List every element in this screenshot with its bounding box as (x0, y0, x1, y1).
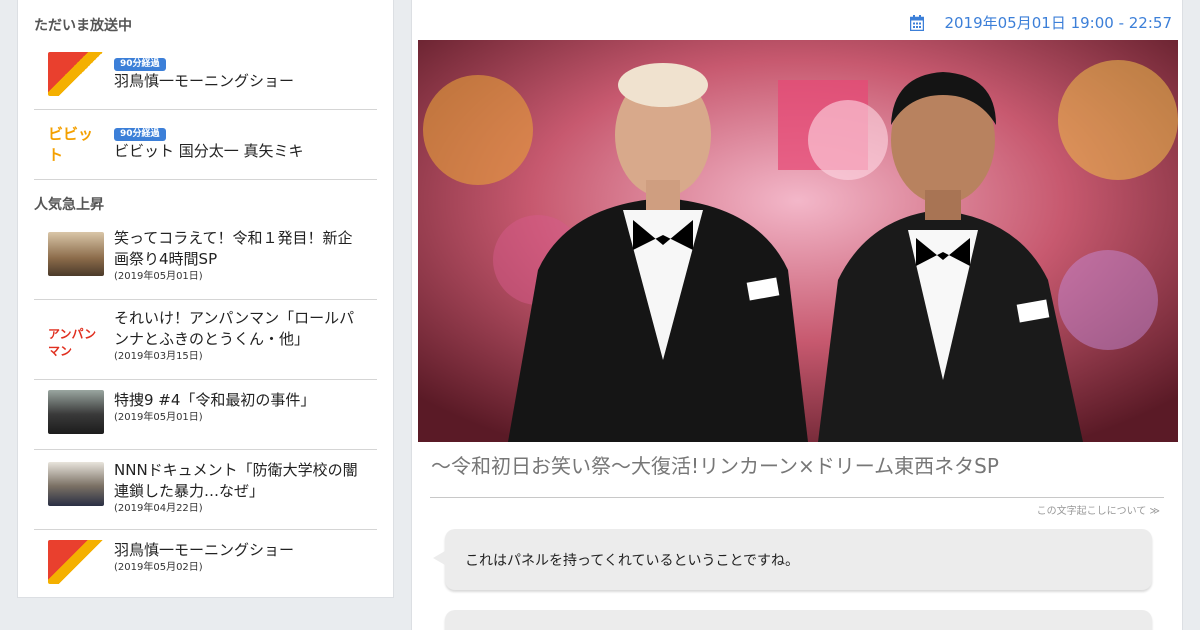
morning-show-thumbnail (48, 540, 104, 584)
calendar-icon (910, 14, 925, 31)
program-title: ～令和初日お笑い祭～大復活!リンカーン×ドリーム東西ネタSP (431, 454, 999, 478)
anpanman-thumbnail: アンパンマン (48, 320, 104, 364)
live-item-title: 羽鳥慎一モーニングショー (114, 72, 295, 90)
transcript-bubble: これはパネルを持ってくれているということですね。 (433, 529, 1152, 590)
popular-item-title-line2: 画祭り4時間SP (114, 250, 218, 268)
popular-item[interactable]: NNNドキュメント「防衛大学校の闇 連鎖した暴力…なぜ」 (2019年04月22… (34, 450, 377, 530)
live-now-heading: ただいま放送中 (34, 18, 132, 34)
elapsed-badge: 90分経過 (114, 128, 166, 141)
popular-heading: 人気急上昇 (34, 197, 104, 213)
program-hero-image (418, 40, 1178, 442)
vivid-thumbnail: ビビット (48, 122, 104, 166)
popular-item-date: (2019年05月01日) (114, 412, 203, 423)
popular-item-title-line1: 羽鳥慎一モーニングショー (114, 541, 295, 559)
popular-item-title-line1: それいけ！アンパンマン「ロールパ (114, 309, 355, 327)
popular-item[interactable]: 羽鳥慎一モーニングショー (2019年05月02日) (34, 530, 377, 597)
live-item-title: ビビット 国分太一 真矢ミキ (114, 142, 304, 160)
elapsed-badge: 90分経過 (114, 58, 166, 71)
popular-item-date: (2019年05月01日) (114, 271, 203, 282)
popular-item[interactable]: アンパンマン それいけ！アンパンマン「ロールパ ンナとふきのとうくん・他」 (2… (34, 300, 377, 380)
popular-item-title-line2: ンナとふきのとうくん・他」 (114, 330, 310, 348)
popular-item[interactable]: 笑ってコラえて！令和１発目！新企 画祭り4時間SP (2019年05月01日) (34, 220, 377, 300)
live-item[interactable]: ビビット 90分経過 ビビット 国分太一 真矢ミキ (34, 110, 377, 180)
program-panel: 2019年05月01日 19:00 - 22:57 ～令和初日お笑い祭～大復活!… (411, 0, 1183, 630)
popular-item[interactable]: 特捜9 #4「令和最初の事件」 (2019年05月01日) (34, 380, 377, 450)
popular-item-title-line2: 連鎖した暴力…なぜ」 (114, 482, 265, 500)
program-thumbnail (48, 390, 104, 434)
popular-item-title-line1: 笑ってコラえて！令和１発目！新企 (114, 229, 353, 247)
popular-item-title-line1: NNNドキュメント「防衛大学校の闇 (114, 461, 358, 479)
popular-item-date: (2019年05月02日) (114, 562, 203, 573)
program-thumbnail (48, 232, 104, 276)
divider (430, 497, 1164, 498)
transcript-bubble (445, 610, 1152, 630)
morning-show-thumbnail (48, 52, 104, 96)
hero-photo (418, 40, 1178, 442)
about-transcript-link[interactable]: この文字起こしについて ≫ (1037, 502, 1160, 517)
program-thumbnail (48, 462, 104, 506)
transcript-text: これはパネルを持ってくれているということですね。 (465, 553, 800, 569)
popular-item-date: (2019年04月22日) (114, 503, 203, 514)
broadcast-datetime: 2019年05月01日 19:00 - 22:57 (910, 12, 1172, 33)
transcript-text (445, 610, 1152, 630)
live-item[interactable]: 90分経過 羽鳥慎一モーニングショー (34, 40, 377, 110)
popular-item-date: (2019年03月15日) (114, 351, 203, 362)
datetime-text: 2019年05月01日 19:00 - 22:57 (944, 14, 1172, 32)
sidebar: ただいま放送中 90分経過 羽鳥慎一モーニングショー ビビット 90分経過 ビビ… (17, 0, 394, 598)
popular-item-title-line1: 特捜9 #4「令和最初の事件」 (114, 391, 316, 409)
